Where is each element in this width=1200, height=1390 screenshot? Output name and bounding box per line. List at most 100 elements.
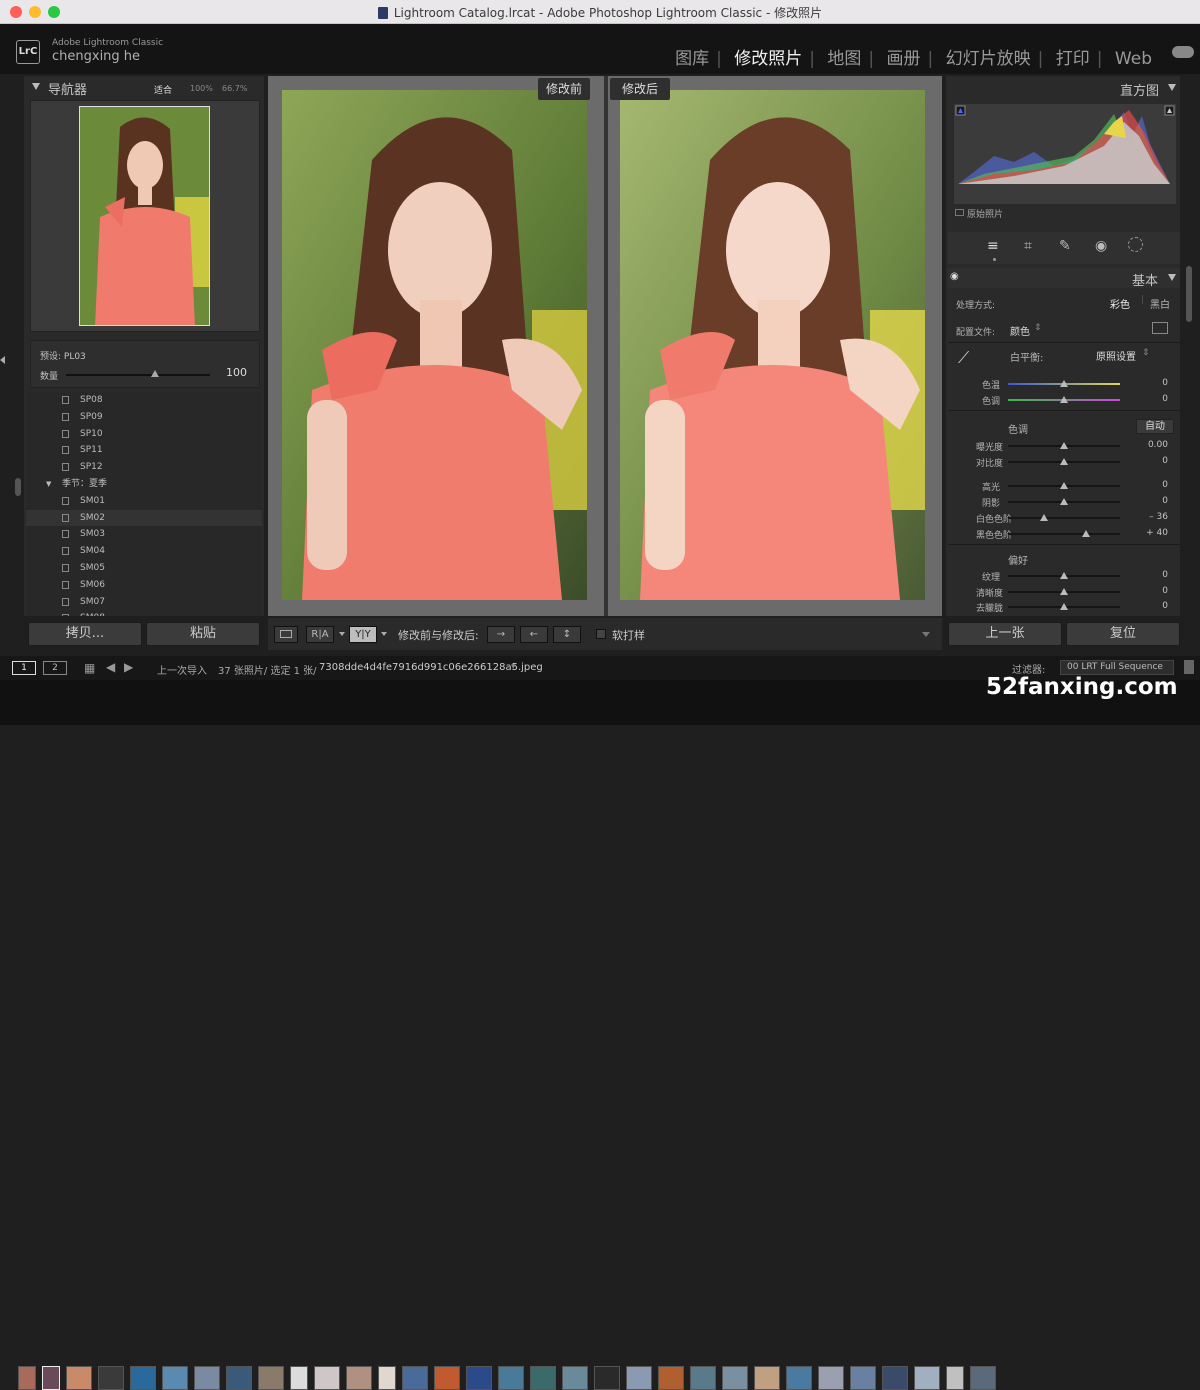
filmstrip-thumbnail[interactable] — [258, 1366, 284, 1390]
slider-knob[interactable] — [1060, 482, 1068, 489]
yy-view-button[interactable]: Y|Y — [349, 626, 377, 643]
filmstrip-thumbnail[interactable] — [130, 1366, 156, 1390]
filmstrip-thumbnail[interactable] — [818, 1366, 844, 1390]
filmstrip-thumbnail[interactable] — [594, 1366, 620, 1390]
slider-knob[interactable] — [1060, 380, 1068, 387]
filmstrip-thumbnail[interactable] — [530, 1366, 556, 1390]
soft-proof-checkbox[interactable] — [596, 629, 606, 639]
module-map[interactable]: 地图 — [827, 44, 861, 69]
cloud-icon[interactable] — [1172, 46, 1194, 58]
module-develop[interactable]: 修改照片 — [734, 44, 802, 69]
paste-button[interactable]: 粘贴 — [146, 622, 260, 646]
navigator-thumbnail[interactable] — [79, 106, 210, 326]
crop-icon[interactable]: ⌗ — [1024, 238, 1032, 254]
window-1-button[interactable]: 1 — [12, 661, 36, 675]
slider-knob[interactable] — [1082, 530, 1091, 537]
ra-dropdown-icon[interactable] — [339, 632, 345, 636]
slider-knob[interactable] — [1060, 572, 1068, 579]
preset-folder[interactable]: ▼ 季节：夏季 — [26, 476, 262, 493]
module-print[interactable]: 打印 — [1056, 44, 1090, 69]
original-photo-icon[interactable] — [955, 209, 964, 216]
slider-knob[interactable] — [1060, 498, 1068, 505]
filmstrip-thumbnail[interactable] — [690, 1366, 716, 1390]
filmstrip-thumbnail[interactable] — [66, 1366, 92, 1390]
slider-value[interactable]: 0 — [1128, 570, 1168, 580]
module-library[interactable]: 图库 — [675, 44, 709, 69]
module-slideshow[interactable]: 幻灯片放映 — [946, 44, 1031, 69]
zoom-667[interactable]: 66.7% — [222, 84, 247, 93]
preset-item[interactable]: SM02 — [26, 509, 262, 527]
filmstrip-thumbnail[interactable] — [786, 1366, 812, 1390]
filmstrip-thumbnail[interactable] — [466, 1366, 492, 1390]
reset-button[interactable]: 复位 — [1066, 622, 1180, 646]
red-eye-icon[interactable]: ◉ — [1095, 238, 1107, 254]
preset-item[interactable]: SP11 — [26, 442, 262, 459]
copy-after-to-before-button[interactable]: ← — [520, 626, 548, 643]
slider-value[interactable]: 0 — [1128, 378, 1168, 388]
slider-knob[interactable] — [1060, 603, 1068, 610]
filmstrip-thumbnail[interactable] — [226, 1366, 252, 1390]
filmstrip-thumbnail[interactable] — [562, 1366, 588, 1390]
grid-view-icon[interactable]: ▦ — [84, 661, 95, 675]
module-web[interactable]: Web — [1115, 49, 1152, 69]
after-photo[interactable] — [620, 90, 925, 600]
profile-browser-icon[interactable] — [1152, 322, 1168, 334]
slider-value[interactable]: + 40 — [1128, 528, 1168, 538]
loupe-view-button[interactable] — [274, 626, 298, 643]
filmstrip-thumbnail[interactable] — [314, 1366, 340, 1390]
ra-view-button[interactable]: R|A — [306, 626, 334, 643]
source-label[interactable]: 上一次导入 — [157, 662, 207, 677]
filmstrip-thumbnail[interactable] — [402, 1366, 428, 1390]
slider-value[interactable]: 0.00 — [1128, 440, 1168, 450]
filmstrip-thumbnail[interactable] — [378, 1366, 396, 1390]
preset-item[interactable]: SM01 — [26, 493, 262, 510]
filmstrip-thumbnail[interactable] — [498, 1366, 524, 1390]
preset-item[interactable]: SM03 — [26, 526, 262, 543]
copy-button[interactable]: 拷贝... — [28, 622, 142, 646]
back-arrow-icon[interactable]: ◀ — [106, 660, 115, 674]
right-scrollbar[interactable] — [1186, 266, 1192, 322]
toolbar-menu-icon[interactable] — [922, 632, 930, 637]
filter-lock-icon[interactable] — [1184, 660, 1194, 674]
folder-expand-icon[interactable]: ▼ — [46, 476, 51, 493]
slider-value[interactable]: 0 — [1128, 480, 1168, 490]
yy-dropdown-icon[interactable] — [381, 632, 387, 636]
filmstrip-thumbnail[interactable] — [346, 1366, 372, 1390]
previous-button[interactable]: 上一张 — [948, 622, 1062, 646]
profile-dropdown-icon[interactable]: ⇕ — [1034, 323, 1042, 333]
preset-item[interactable]: SM07 — [26, 594, 262, 611]
slider-track[interactable] — [1008, 533, 1120, 535]
slider-value[interactable]: – 36 — [1128, 512, 1168, 522]
amount-value[interactable]: 100 — [226, 366, 247, 379]
slider-value[interactable]: 0 — [1128, 456, 1168, 466]
basic-visibility-icon[interactable]: ◉ — [950, 271, 959, 282]
filmstrip-thumbnail[interactable] — [18, 1366, 36, 1390]
preset-item[interactable]: SM08 — [26, 610, 262, 616]
preset-item[interactable]: SP08 — [26, 392, 262, 409]
treatment-color-button[interactable]: 彩色 — [1110, 296, 1130, 311]
slider-knob[interactable] — [1060, 442, 1068, 449]
slider-value[interactable]: 0 — [1128, 496, 1168, 506]
healing-icon[interactable]: ✎ — [1059, 238, 1071, 254]
filmstrip-thumbnail[interactable] — [754, 1366, 780, 1390]
swap-button[interactable]: ↕ — [553, 626, 581, 643]
filmstrip-thumbnail[interactable] — [914, 1366, 940, 1390]
filmstrip-thumbnail[interactable] — [850, 1366, 876, 1390]
left-panel-toggle-icon[interactable] — [0, 356, 5, 364]
copy-before-to-after-button[interactable]: → — [487, 626, 515, 643]
slider-knob[interactable] — [1060, 458, 1068, 465]
amount-slider-track[interactable] — [66, 374, 210, 376]
masking-icon[interactable] — [1128, 237, 1143, 252]
zoom-fit[interactable]: 适合 — [154, 83, 172, 96]
window-2-button[interactable]: 2 — [43, 661, 67, 675]
preset-item[interactable]: SP10 — [26, 426, 262, 443]
filmstrip-thumbnail[interactable] — [290, 1366, 308, 1390]
slider-value[interactable]: 0 — [1128, 586, 1168, 596]
preset-item[interactable]: SP12 — [26, 459, 262, 476]
before-photo[interactable] — [282, 90, 587, 600]
zoom-100[interactable]: 100% — [190, 84, 213, 93]
filmstrip-thumbnail[interactable] — [970, 1366, 996, 1390]
histogram-collapse-icon[interactable] — [1168, 84, 1176, 91]
filmstrip-thumbnail[interactable] — [434, 1366, 460, 1390]
slider-knob[interactable] — [1060, 396, 1068, 403]
